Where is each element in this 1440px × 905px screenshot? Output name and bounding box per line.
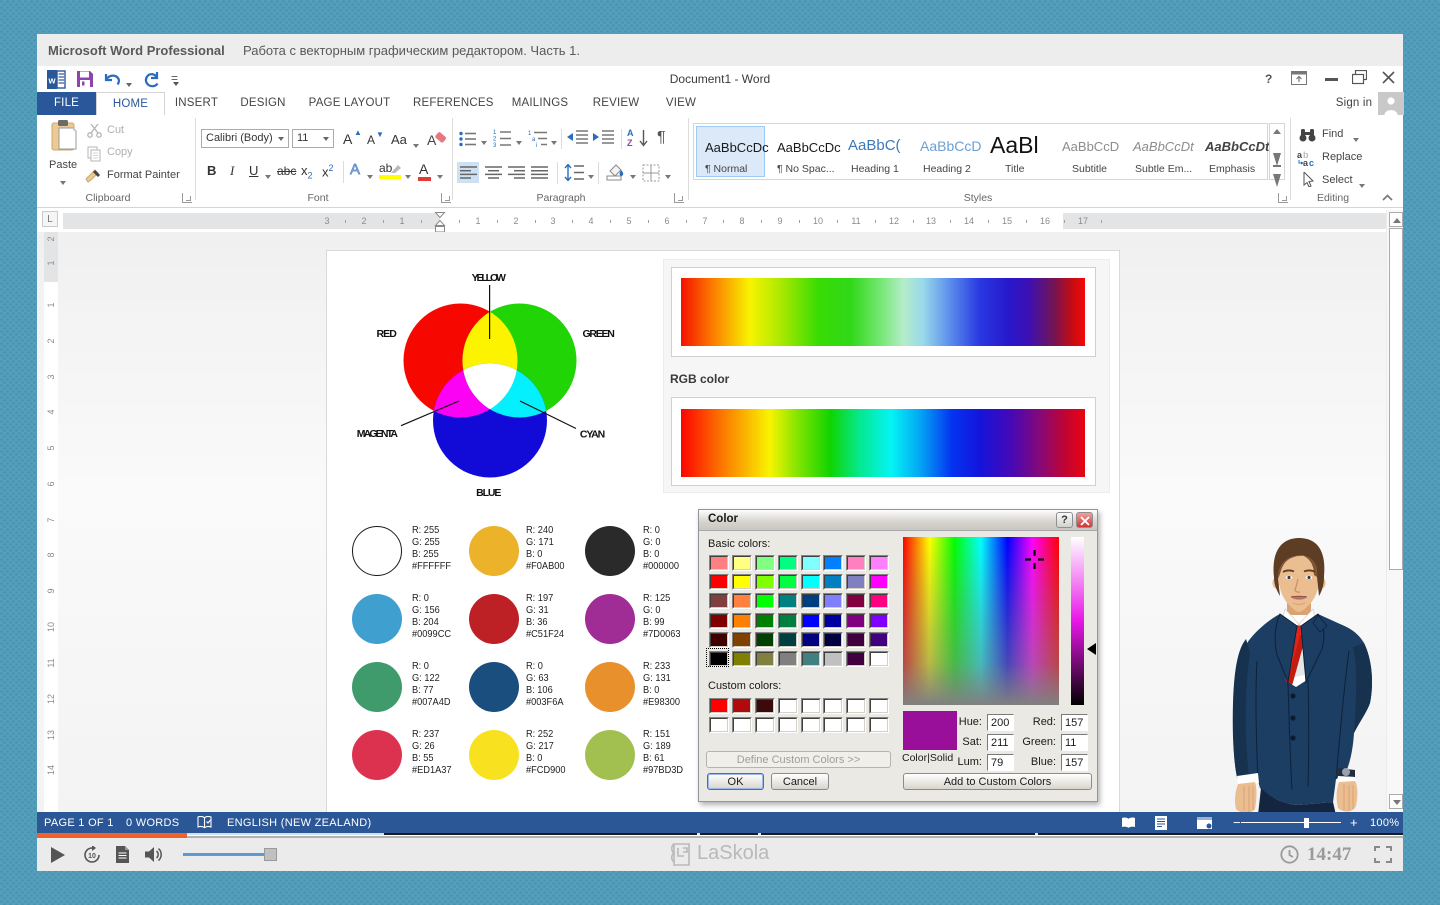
- svg-text:10: 10: [88, 853, 96, 860]
- svg-text:RED: RED: [377, 328, 398, 340]
- svg-text:2: 2: [493, 137, 497, 143]
- svg-text:c: c: [1309, 158, 1314, 167]
- svg-text:3: 3: [493, 143, 497, 147]
- svg-text:1: 1: [493, 130, 497, 136]
- svg-text:i: i: [536, 143, 537, 147]
- svg-text:A: A: [427, 132, 437, 148]
- svg-text:MAGENTA: MAGENTA: [357, 428, 399, 440]
- svg-text:BLUE: BLUE: [476, 487, 501, 499]
- svg-text:GREEN: GREEN: [583, 328, 615, 340]
- svg-text:YELLOW: YELLOW: [472, 272, 506, 284]
- svg-text:CYAN: CYAN: [580, 429, 605, 441]
